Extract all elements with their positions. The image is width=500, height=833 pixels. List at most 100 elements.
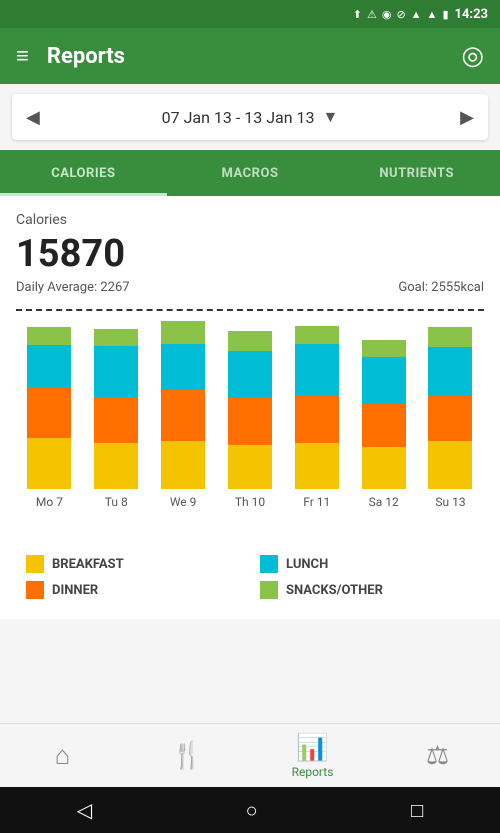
bar-label: Fr 11 xyxy=(303,495,330,509)
recent-button[interactable]: □ xyxy=(411,798,423,823)
battery-full-icon: ▮ xyxy=(442,8,448,21)
legend-item-lunch: LUNCH xyxy=(260,555,484,573)
tab-nutrients-label: NUTRIENTS xyxy=(379,166,454,181)
wifi-icon: ▲ xyxy=(411,8,422,21)
legend-label-snacks: SNACKS/OTHER xyxy=(286,583,383,598)
home-button[interactable]: ○ xyxy=(246,798,258,823)
legend-item-snacks: SNACKS/OTHER xyxy=(260,581,484,599)
bar-segment-dinner xyxy=(228,397,272,445)
bar-label: We 9 xyxy=(170,495,197,509)
bar-segment-breakfast xyxy=(161,441,205,489)
battery-icon: ⬆ xyxy=(353,8,362,21)
bar-stack xyxy=(161,321,205,489)
bar-segment-snacks xyxy=(161,321,205,344)
tab-macros-label: MACROS xyxy=(222,166,279,181)
reports-nav-label: Reports xyxy=(292,765,334,779)
daily-average: Daily Average: 2267 xyxy=(16,280,130,295)
date-selector[interactable]: ◀ 07 Jan 13 - 13 Jan 13 ▼ ▶ xyxy=(12,94,488,140)
nav-scale[interactable]: ⚖ xyxy=(408,741,468,771)
bar-segment-lunch xyxy=(94,346,138,397)
bars-container: Mo 7 Tu 8 We 9 Th 10 Fr 11 Sa 12 Su 13 xyxy=(16,309,484,509)
system-nav: ◁ ○ □ xyxy=(0,787,500,833)
bar-group: Tu 8 xyxy=(94,329,138,509)
bar-segment-dinner xyxy=(428,395,472,441)
bar-segment-snacks xyxy=(228,331,272,351)
bar-segment-lunch xyxy=(362,357,406,403)
scale-icon: ⚖ xyxy=(426,741,449,771)
legend-label-dinner: DINNER xyxy=(52,583,98,598)
bar-segment-breakfast xyxy=(228,445,272,489)
tab-nutrients[interactable]: NUTRIENTS xyxy=(333,150,500,196)
bottom-nav: ⌂ 🍴 📊 Reports ⚖ xyxy=(0,723,500,787)
home-icon: ⌂ xyxy=(55,740,71,771)
bar-stack xyxy=(27,327,71,489)
bar-segment-lunch xyxy=(428,347,472,395)
back-button[interactable]: ◁ xyxy=(77,798,92,822)
signal-icon: ◉ xyxy=(382,8,392,21)
bar-segment-breakfast xyxy=(362,447,406,489)
tab-macros[interactable]: MACROS xyxy=(167,150,334,196)
bar-stack xyxy=(362,340,406,489)
bar-label: Sa 12 xyxy=(369,495,399,509)
prev-date-button[interactable]: ◀ xyxy=(26,107,40,128)
network-icon: ▲ xyxy=(427,8,438,21)
bar-segment-lunch xyxy=(295,344,339,395)
bar-group: We 9 xyxy=(161,321,205,509)
goal-line xyxy=(16,309,484,311)
bar-stack xyxy=(228,331,272,489)
legend-color-breakfast xyxy=(26,555,44,573)
tabs: CALORIES MACROS NUTRIENTS xyxy=(0,150,500,196)
date-range-text: 07 Jan 13 - 13 Jan 13 xyxy=(162,108,315,127)
tab-calories[interactable]: CALORIES xyxy=(0,150,167,196)
bar-segment-dinner xyxy=(94,397,138,443)
status-bar: ⬆ ⚠ ◉ ⊘ ▲ ▲ ▮ 14:23 xyxy=(0,0,500,28)
calories-value: 15870 xyxy=(16,232,484,276)
bar-segment-snacks xyxy=(94,329,138,346)
menu-icon[interactable]: ≡ xyxy=(16,43,29,69)
bar-segment-dinner xyxy=(27,387,71,438)
bar-segment-snacks xyxy=(362,340,406,357)
legend-color-lunch xyxy=(260,555,278,573)
bar-group: Su 13 xyxy=(428,327,472,509)
bar-stack xyxy=(94,329,138,489)
legend-label-breakfast: BREAKFAST xyxy=(52,557,124,572)
bar-segment-breakfast xyxy=(295,443,339,489)
bar-group: Th 10 xyxy=(228,331,272,509)
bar-segment-snacks xyxy=(27,327,71,345)
bar-segment-lunch xyxy=(27,345,71,387)
page-title: Reports xyxy=(29,44,461,69)
goal-text: Goal: 2555kcal xyxy=(398,280,484,295)
food-icon: 🍴 xyxy=(171,741,203,771)
bar-group: Sa 12 xyxy=(362,340,406,509)
tab-calories-label: CALORIES xyxy=(51,166,115,181)
nav-home[interactable]: ⌂ xyxy=(33,740,93,771)
bar-segment-snacks xyxy=(295,326,339,344)
chart-area: Mo 7 Tu 8 We 9 Th 10 Fr 11 Sa 12 Su 13 xyxy=(16,309,484,539)
legend: BREAKFAST LUNCH DINNER SNACKS/OTHER xyxy=(26,555,484,599)
status-time: 14:23 xyxy=(455,7,489,22)
bar-label: Th 10 xyxy=(235,495,265,509)
nav-reports[interactable]: 📊 Reports xyxy=(283,733,343,779)
date-dropdown-icon[interactable]: ▼ xyxy=(323,107,339,127)
target-icon[interactable]: ◎ xyxy=(461,41,484,71)
bar-segment-breakfast xyxy=(428,441,472,489)
nav-food[interactable]: 🍴 xyxy=(158,741,218,771)
bar-segment-snacks xyxy=(428,327,472,347)
date-range[interactable]: 07 Jan 13 - 13 Jan 13 ▼ xyxy=(40,107,460,127)
no-signal-icon: ⊘ xyxy=(396,8,405,21)
top-bar: ≡ Reports ◎ xyxy=(0,28,500,84)
bar-segment-breakfast xyxy=(94,443,138,489)
bar-stack xyxy=(295,326,339,489)
bar-segment-dinner xyxy=(161,390,205,441)
legend-label-lunch: LUNCH xyxy=(286,557,328,572)
reports-icon: 📊 xyxy=(296,733,328,763)
bar-label: Mo 7 xyxy=(36,495,63,509)
bar-segment-dinner xyxy=(295,395,339,443)
next-date-button[interactable]: ▶ xyxy=(460,107,474,128)
legend-color-dinner xyxy=(26,581,44,599)
legend-item-breakfast: BREAKFAST xyxy=(26,555,250,573)
bar-label: Su 13 xyxy=(435,495,465,509)
main-content: Calories 15870 Daily Average: 2267 Goal:… xyxy=(0,196,500,619)
bar-group: Mo 7 xyxy=(27,327,71,509)
calories-title: Calories xyxy=(16,212,484,228)
